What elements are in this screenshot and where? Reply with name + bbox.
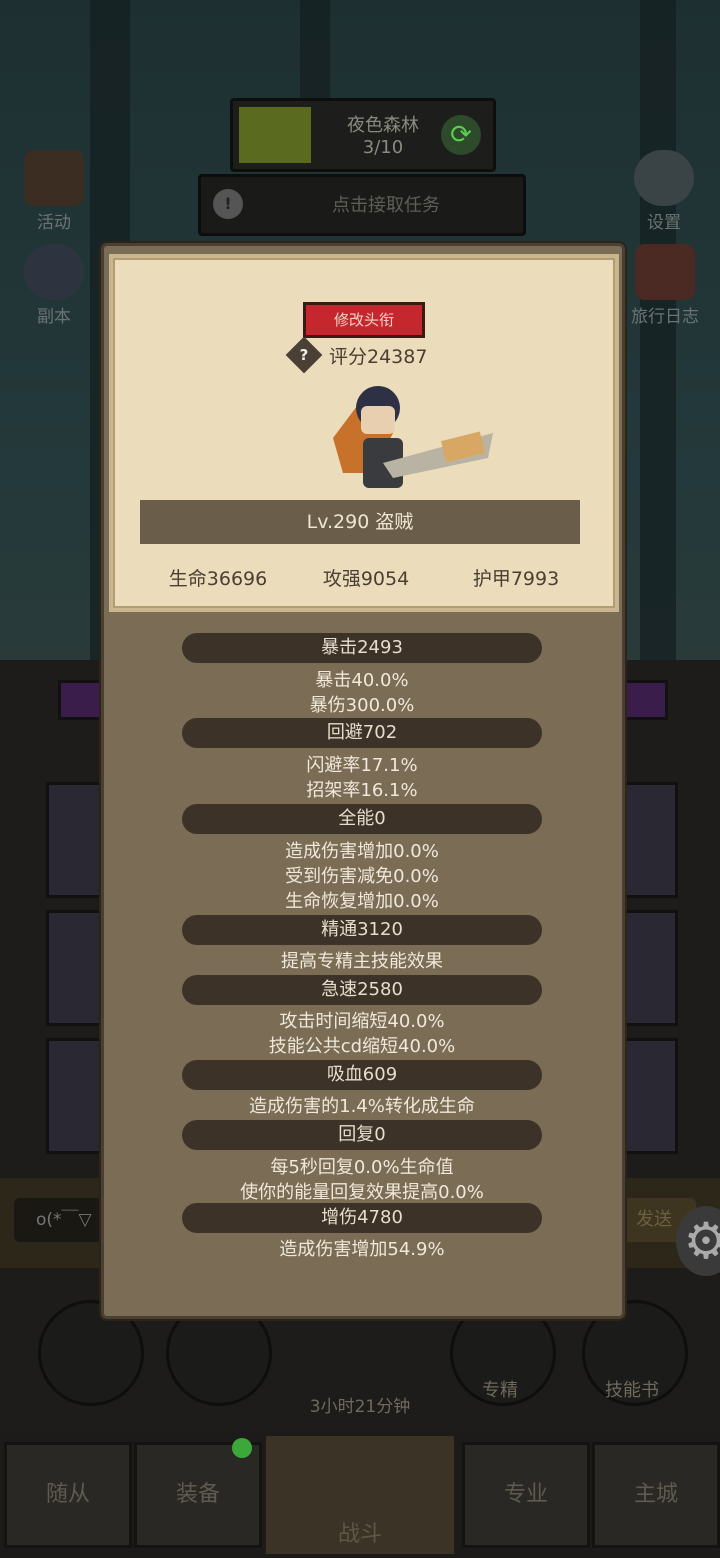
stat-line: 招架率16.1% bbox=[306, 780, 418, 801]
stat-health: 生命36696 bbox=[168, 568, 268, 590]
portal-icon bbox=[24, 244, 84, 300]
stat-line: 攻击时间缩短40.0% bbox=[279, 1011, 445, 1032]
score-text: 评分24387 bbox=[329, 346, 428, 368]
avoidance-header: 回避702 bbox=[182, 718, 542, 748]
specialization-label: 专精 bbox=[482, 1380, 518, 1401]
stage-thumbnail bbox=[239, 107, 311, 163]
lifesteal-header: 吸血609 bbox=[182, 1060, 542, 1090]
stat-line: 闪避率17.1% bbox=[306, 755, 418, 776]
level-class-banner: Lv.290 盗贼 bbox=[140, 500, 580, 544]
stage-panel[interactable]: 夜色森林 3/10 ⟳ bbox=[230, 98, 496, 172]
stat-line: 受到伤害减免0.0% bbox=[285, 866, 439, 887]
activity-label: 活动 bbox=[37, 213, 71, 233]
help-glyph: ? bbox=[299, 346, 309, 364]
versatility-header: 全能0 bbox=[182, 804, 542, 834]
skill-book-label: 技能书 bbox=[605, 1380, 659, 1401]
nav-battle-label: 战斗 bbox=[337, 1522, 382, 1547]
character-card: 修改头衔 ? 评分24387 Lv.290 盗贼 生命36696 攻强9054 … bbox=[109, 254, 619, 612]
stat-line: 暴击40.0% bbox=[315, 670, 409, 691]
tree-trunk bbox=[640, 0, 676, 660]
change-title-button[interactable]: 修改头衔 bbox=[303, 302, 425, 338]
stat-armor: 护甲7993 bbox=[472, 568, 560, 590]
activity-button[interactable]: 活动 bbox=[14, 150, 94, 233]
tree-trunk bbox=[300, 0, 330, 100]
book-icon bbox=[635, 244, 695, 300]
stat-line: 使你的能量回复效果提高0.0% bbox=[240, 1182, 484, 1203]
calendar-icon bbox=[24, 150, 84, 206]
dungeon-label: 副本 bbox=[37, 307, 71, 327]
stat-line: 造成伤害的1.4%转化成生命 bbox=[249, 1096, 475, 1117]
damage-bonus-header: 增伤4780 bbox=[182, 1203, 542, 1233]
crit-header: 暴击2493 bbox=[182, 633, 542, 663]
quest-text: 点击接取任务 bbox=[332, 195, 440, 216]
haste-header: 急速2580 bbox=[182, 975, 542, 1005]
quest-bar[interactable]: ! 点击接取任务 bbox=[198, 174, 526, 236]
stat-attack-power: 攻强9054 bbox=[322, 568, 410, 590]
stat-line: 提高专精主技能效果 bbox=[281, 951, 443, 972]
exclamation-icon: ! bbox=[213, 189, 243, 219]
chest-timer: 3小时21分钟 bbox=[309, 1397, 411, 1417]
dungeon-button[interactable]: 副本 bbox=[14, 244, 94, 327]
settings-button[interactable]: 设置 bbox=[624, 150, 704, 233]
gear-icon bbox=[634, 150, 694, 206]
nav-battle[interactable]: 战斗 bbox=[266, 1436, 454, 1554]
stat-line: 造成伤害增加54.9% bbox=[279, 1239, 445, 1260]
hero-face bbox=[361, 406, 395, 434]
nav-followers[interactable]: 随从 bbox=[4, 1442, 132, 1548]
stat-line: 每5秒回复0.0%生命值 bbox=[270, 1157, 454, 1178]
settings-label: 设置 bbox=[647, 213, 681, 233]
mastery-header: 精通3120 bbox=[182, 915, 542, 945]
notification-dot bbox=[232, 1438, 252, 1458]
stage-name: 夜色森林 bbox=[347, 115, 419, 136]
regen-header: 回复0 bbox=[182, 1120, 542, 1150]
stat-line: 生命恢复增加0.0% bbox=[285, 891, 439, 912]
stage-progress: 3/10 bbox=[362, 137, 404, 158]
travel-log-button[interactable]: 旅行日志 bbox=[620, 244, 710, 327]
stat-line: 造成伤害增加0.0% bbox=[285, 841, 439, 862]
stat-line: 暴伤300.0% bbox=[309, 695, 415, 716]
hero-avatar bbox=[333, 386, 493, 488]
refresh-icon[interactable]: ⟳ bbox=[441, 115, 481, 155]
character-detail-modal: 修改头衔 ? 评分24387 Lv.290 盗贼 生命36696 攻强9054 … bbox=[101, 243, 625, 1319]
nav-main-city[interactable]: 主城 bbox=[592, 1442, 720, 1548]
nav-profession[interactable]: 专业 bbox=[462, 1442, 590, 1548]
stat-line: 技能公共cd缩短40.0% bbox=[268, 1036, 456, 1057]
travel-log-label: 旅行日志 bbox=[631, 307, 699, 327]
